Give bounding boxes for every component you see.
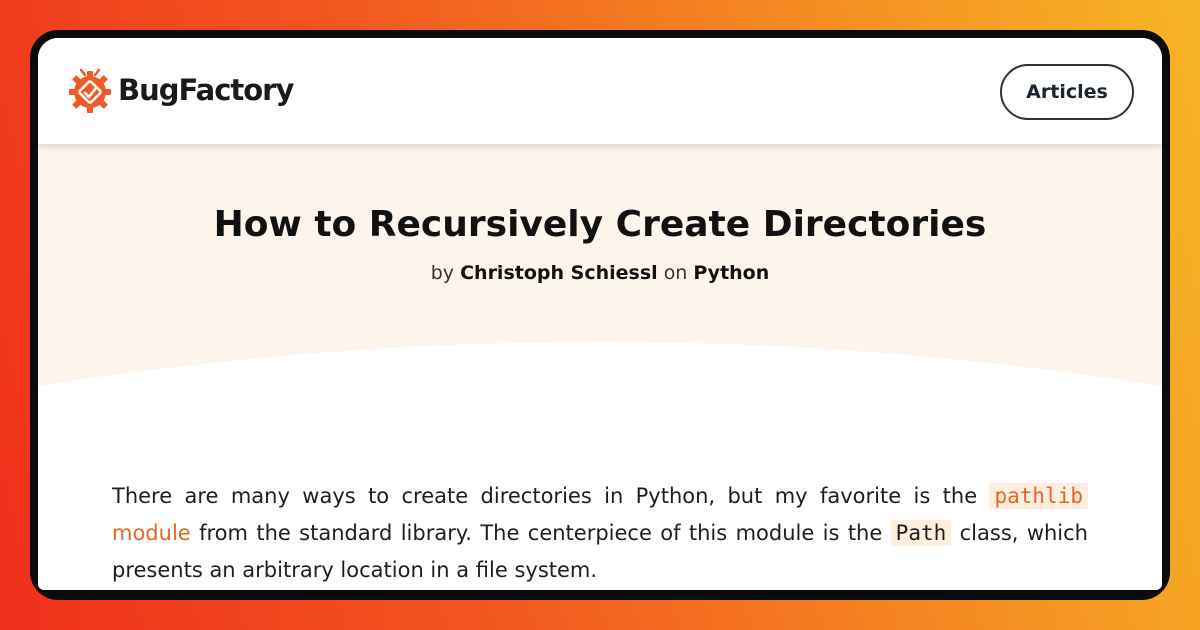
author-link[interactable]: Christoph Schiessl — [460, 262, 658, 284]
byline-by: by — [430, 262, 455, 284]
brand-name: BugFactory — [118, 73, 294, 107]
site-header: BugFactory Articles — [38, 38, 1162, 144]
bug-gear-logo-icon — [69, 68, 111, 113]
browser-window-frame: BugFactory Articles How to Recursively C… — [30, 30, 1170, 600]
site-logo-link[interactable]: BugFactory — [66, 66, 294, 114]
pathlib-code[interactable]: pathlib — [989, 483, 1088, 509]
articles-nav-button[interactable]: Articles — [1000, 64, 1134, 120]
paragraph-text-2: from the standard library. The centerpie… — [190, 521, 891, 545]
article-paragraph: There are many ways to create directorie… — [112, 478, 1088, 589]
article-title: How to Recursively Create Directories — [213, 204, 987, 245]
hero-curve-divider — [38, 342, 1162, 418]
article-byline: by Christoph Schiessl on Python — [38, 262, 1162, 284]
paragraph-text-1: There are many ways to create directorie… — [112, 484, 990, 508]
category-link[interactable]: Python — [693, 262, 769, 284]
byline-on: on — [663, 262, 688, 284]
page-viewport: BugFactory Articles How to Recursively C… — [38, 38, 1162, 590]
path-class-code: Path — [890, 520, 952, 546]
pathlib-link-text[interactable]: module — [112, 521, 191, 545]
